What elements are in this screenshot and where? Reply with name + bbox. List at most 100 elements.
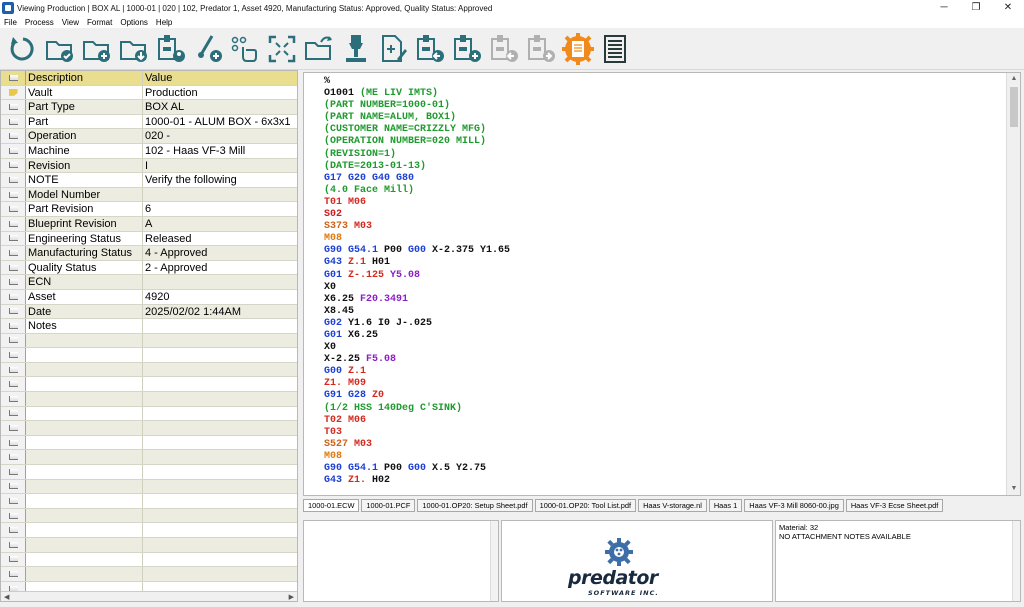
row-selector-icon[interactable] [1, 377, 26, 392]
row-selector-icon[interactable] [1, 231, 26, 246]
grid-row[interactable]: Manufacturing Status 4 - Approved [1, 246, 297, 261]
grid-row[interactable]: Asset 4920 [1, 289, 297, 305]
grid-value-cell[interactable]: 4920 [143, 290, 297, 304]
row-selector-icon[interactable] [1, 304, 26, 319]
grid-value-cell[interactable]: BOX AL [143, 100, 297, 114]
grid-row[interactable]: Notes [1, 319, 297, 334]
row-selector-icon[interactable] [1, 202, 26, 216]
row-selector-icon[interactable] [1, 406, 26, 421]
grid-value-cell[interactable]: I [143, 158, 297, 173]
value-column-header[interactable]: Value [143, 71, 297, 85]
download-folder-button[interactable] [117, 32, 151, 66]
row-selector-icon[interactable] [1, 333, 26, 348]
scroll-thumb[interactable] [1010, 87, 1018, 127]
row-selector-icon[interactable] [1, 187, 26, 202]
add-folder-button[interactable] [80, 32, 114, 66]
row-selector-icon[interactable] [1, 319, 26, 333]
row-selector-icon[interactable] [1, 552, 26, 567]
touch-list-button[interactable] [228, 32, 262, 66]
spindle-button[interactable] [339, 32, 373, 66]
row-selector-icon[interactable] [1, 246, 26, 260]
row-selector-icon[interactable] [1, 100, 26, 114]
grid-value-cell[interactable] [143, 377, 297, 391]
grid-value-cell[interactable]: A [143, 216, 297, 231]
grid-row[interactable] [1, 494, 297, 509]
grid-row[interactable]: Model Number [1, 187, 297, 203]
grid-value-cell[interactable]: 2 - Approved [143, 261, 297, 275]
description-column-header[interactable]: Description [26, 71, 143, 85]
machine-back-disabled-button[interactable] [487, 32, 521, 66]
row-selector-icon[interactable] [1, 494, 26, 508]
row-selector-icon[interactable] [1, 114, 26, 129]
settings-document-button[interactable] [561, 32, 595, 66]
grid-value-cell[interactable] [143, 362, 297, 377]
attachment-tab[interactable]: 1000-01.ECW [303, 499, 360, 512]
code-vertical-scrollbar[interactable]: ▲ ▼ [1006, 73, 1020, 495]
menu-view[interactable]: View [58, 18, 83, 27]
row-selector-icon[interactable] [1, 129, 26, 143]
grid-value-cell[interactable]: 4 - Approved [143, 246, 297, 260]
row-selector-icon[interactable] [1, 523, 26, 537]
grid-row[interactable] [1, 392, 297, 407]
document-list-button[interactable] [598, 32, 632, 66]
grid-row[interactable] [1, 465, 297, 480]
grid-value-cell[interactable] [143, 494, 297, 508]
grid-value-cell[interactable] [143, 348, 297, 362]
row-selector-icon[interactable] [1, 362, 26, 377]
attachment-tab[interactable]: 1000-01.PCF [361, 499, 416, 512]
menu-format[interactable]: Format [83, 18, 116, 27]
row-selector-icon[interactable] [1, 450, 26, 465]
row-selector-icon[interactable] [1, 567, 26, 581]
expand-button[interactable] [265, 32, 299, 66]
grid-value-cell[interactable] [143, 538, 297, 552]
grid-row[interactable]: Revision I [1, 158, 297, 174]
row-selector-icon[interactable] [1, 479, 26, 494]
grid-value-cell[interactable] [143, 508, 297, 523]
row-selector-icon[interactable] [1, 392, 26, 406]
edit-document-button[interactable] [376, 32, 410, 66]
grid-value-cell[interactable]: 020 - [143, 129, 297, 143]
scroll-left-icon[interactable]: ◀ [4, 593, 9, 601]
close-button[interactable]: ✕ [992, 0, 1024, 16]
grid-value-cell[interactable] [143, 553, 297, 567]
grid-row[interactable]: Date 2025/02/02 1:44AM [1, 304, 297, 320]
grid-row[interactable] [1, 479, 297, 495]
attachment-list-scrollbar[interactable] [490, 521, 498, 601]
grid-value-cell[interactable]: 6 [143, 202, 297, 216]
grid-row[interactable]: ECN [1, 275, 297, 290]
grid-row[interactable]: Machine 102 - Haas VF-3 Mill [1, 143, 297, 159]
attachment-tab[interactable]: Haas VF-3 Ecse Sheet.pdf [845, 499, 944, 512]
machine-user-button[interactable] [154, 32, 188, 66]
grid-horizontal-scrollbar[interactable]: ◀ ▶ [1, 591, 297, 601]
row-selector-icon[interactable] [1, 348, 26, 362]
grid-row[interactable] [1, 538, 297, 553]
probe-add-button[interactable] [191, 32, 225, 66]
row-selector-icon[interactable] [1, 508, 26, 523]
grid-value-cell[interactable] [143, 479, 297, 494]
scroll-up-icon[interactable]: ▲ [1007, 73, 1020, 85]
scroll-down-icon[interactable]: ▼ [1007, 483, 1020, 495]
grid-value-cell[interactable]: Production [143, 86, 297, 100]
row-selector-icon[interactable] [1, 158, 26, 173]
grid-value-cell[interactable]: 1000-01 - ALUM BOX - 6x3x1 [143, 115, 297, 129]
grid-value-cell[interactable] [143, 523, 297, 537]
refresh-button[interactable] [6, 32, 40, 66]
grid-row[interactable] [1, 377, 297, 393]
grid-value-cell[interactable]: 2025/02/02 1:44AM [143, 304, 297, 319]
machine-add-button[interactable] [450, 32, 484, 66]
row-selector-icon[interactable] [1, 289, 26, 304]
grid-row[interactable] [1, 406, 297, 422]
menu-help[interactable]: Help [152, 18, 176, 27]
grid-value-cell[interactable] [143, 275, 297, 289]
grid-row[interactable]: Quality Status 2 - Approved [1, 260, 297, 276]
grid-row[interactable]: Engineering Status Released [1, 231, 297, 247]
grid-row[interactable]: Vault Production [1, 85, 297, 101]
grid-value-cell[interactable] [143, 465, 297, 479]
row-selector-icon[interactable] [1, 435, 26, 450]
grid-value-cell[interactable] [143, 450, 297, 465]
attachment-tab[interactable]: Haas VF-3 Mill 8060-00.jpg [744, 499, 844, 512]
attachment-tab[interactable]: 1000-01.OP20: Setup Sheet.pdf [417, 499, 533, 512]
machine-send-disabled-button[interactable] [524, 32, 558, 66]
row-selector-icon[interactable] [1, 421, 26, 435]
grid-value-cell[interactable] [143, 567, 297, 581]
